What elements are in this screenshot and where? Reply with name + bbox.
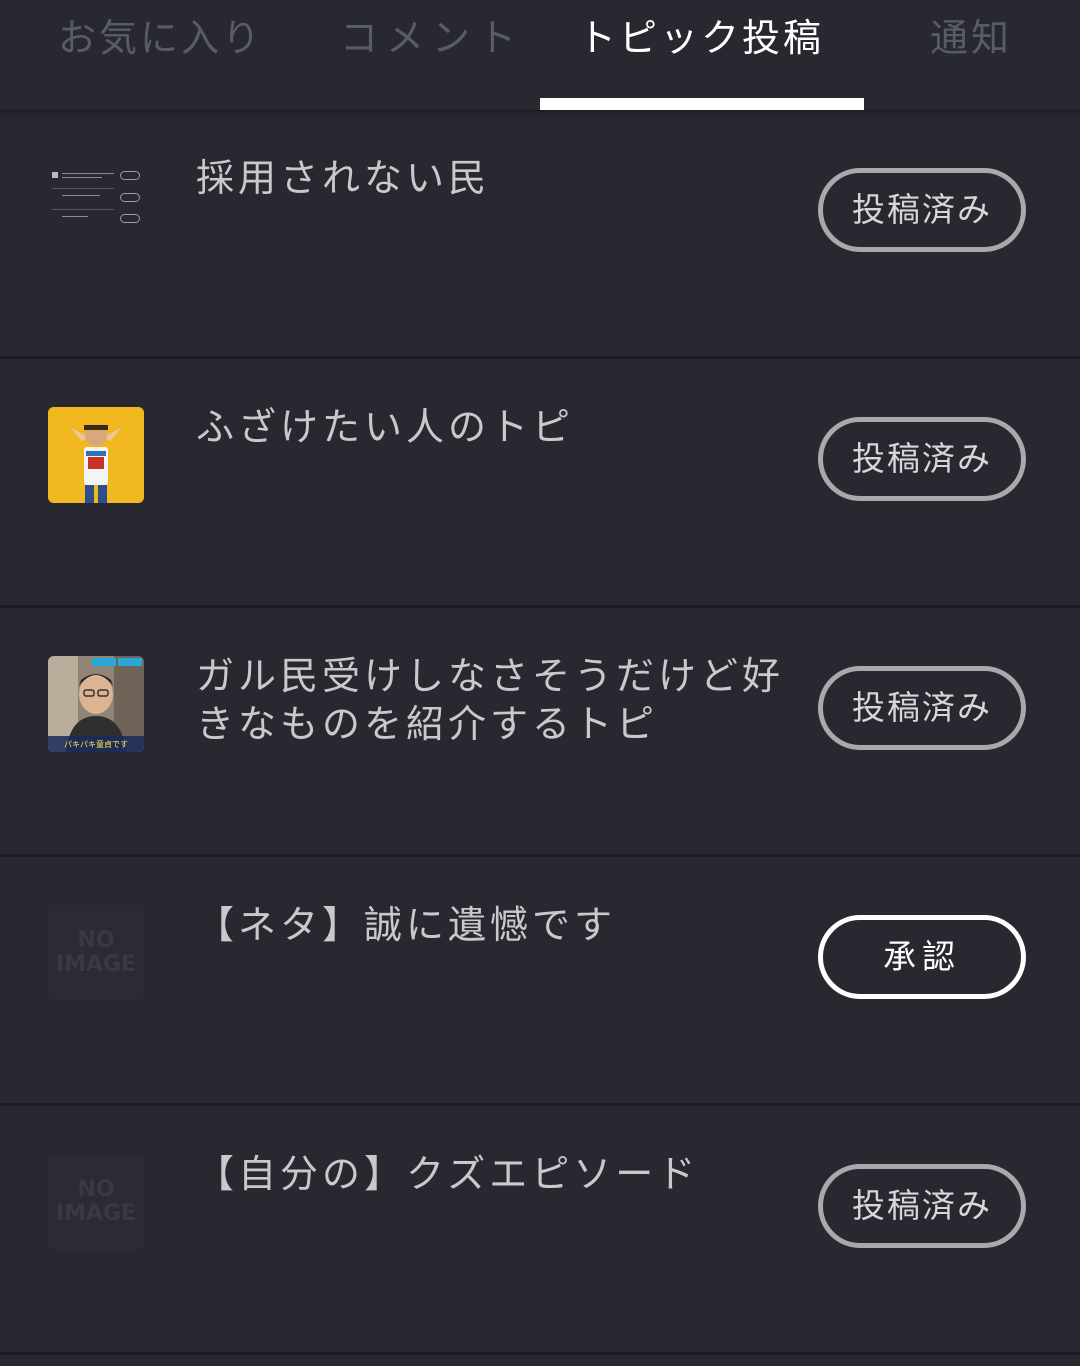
tab-topic-posts[interactable]: トピック投稿 — [578, 10, 824, 66]
topic-title[interactable]: 【ネタ】誠に遺憾です — [196, 901, 786, 949]
tab-notifications[interactable]: 通知 — [930, 10, 1012, 66]
news-image — [48, 656, 144, 752]
thumbnail-caption: パキパキ童貞です — [64, 740, 128, 749]
tab-bar: お気に入り コメント トピック投稿 通知 — [0, 0, 1080, 110]
tab-comments[interactable]: コメント — [340, 10, 524, 66]
topic-title[interactable]: ふざけたい人のトピ — [196, 403, 786, 451]
status-posted-button[interactable]: 投稿済み — [818, 168, 1026, 252]
person-image — [48, 407, 144, 503]
list-item[interactable]: ふざけたい人のトピ 投稿済み — [0, 359, 1080, 608]
status-posted-button[interactable]: 投稿済み — [818, 666, 1026, 750]
thumbnail-person-photo — [48, 407, 144, 503]
list-item[interactable]: パキパキ童貞です ガル民受けしなさそうだけど好きなものを紹介するトピ 投稿済み — [0, 608, 1080, 857]
topic-title[interactable]: 採用されない民 — [196, 154, 786, 202]
topic-list: 採用されない民 投稿済み ふざけたい人のトピ 投稿済み パキパキ童貞です ガル民… — [0, 110, 1080, 1355]
thumbnail-no-image: NO IMAGE — [48, 1154, 144, 1250]
thumbnail-document-screenshot — [48, 158, 144, 254]
topic-title[interactable]: ガル民受けしなさそうだけど好きなものを紹介するトピ — [196, 652, 786, 748]
tab-favorites[interactable]: お気に入り — [58, 10, 263, 66]
list-item[interactable]: NO IMAGE 【ネタ】誠に遺憾です 承認 — [0, 857, 1080, 1106]
topic-title[interactable]: 【自分の】クズエピソード — [196, 1150, 786, 1198]
status-posted-button[interactable]: 投稿済み — [818, 417, 1026, 501]
status-posted-button[interactable]: 投稿済み — [818, 1164, 1026, 1248]
active-tab-indicator — [540, 98, 864, 110]
thumbnail-news-photo: パキパキ童貞です — [48, 656, 144, 752]
list-item[interactable]: NO IMAGE 【自分の】クズエピソード 投稿済み — [0, 1106, 1080, 1355]
thumbnail-no-image: NO IMAGE — [48, 905, 144, 1001]
approve-button[interactable]: 承認 — [818, 915, 1026, 999]
list-item[interactable]: 採用されない民 投稿済み — [0, 110, 1080, 359]
